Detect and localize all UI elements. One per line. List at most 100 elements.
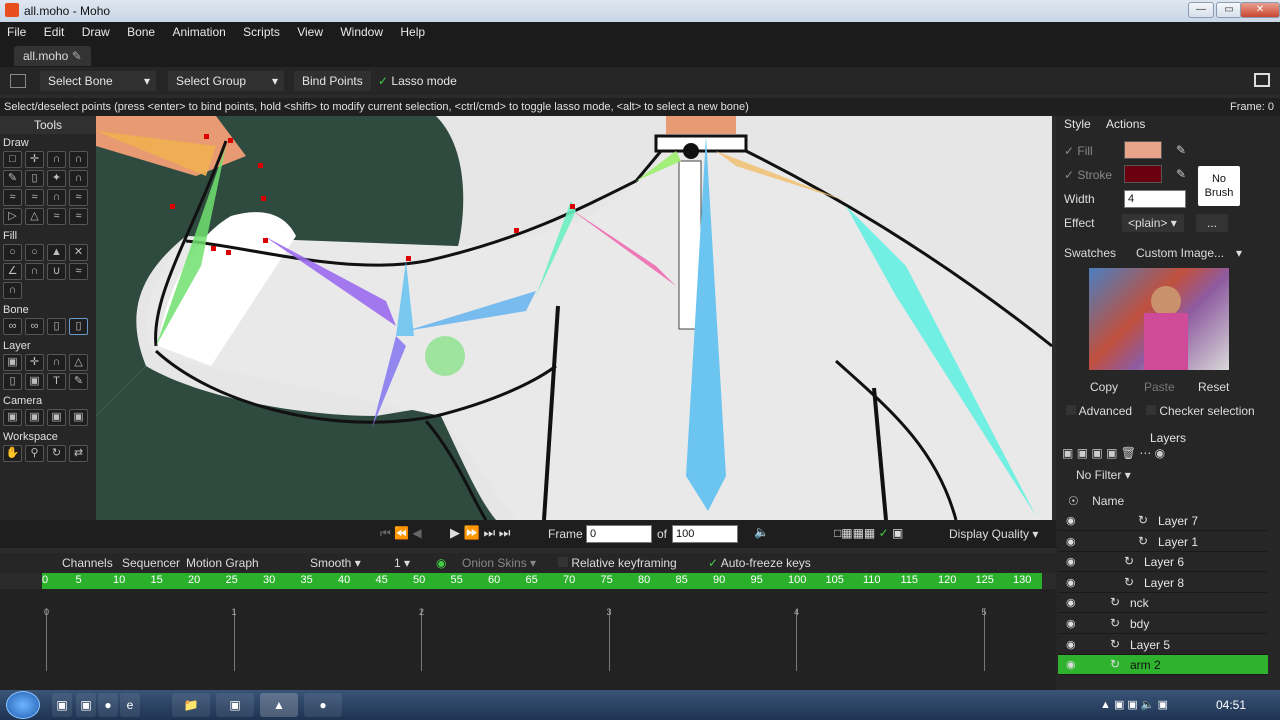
text-icon[interactable]: T xyxy=(47,373,66,390)
visibility-eye-icon[interactable]: ◉ xyxy=(1066,514,1080,527)
scale-layer-icon[interactable]: ∩ xyxy=(47,354,66,371)
panel-toggle-icon[interactable] xyxy=(1254,73,1270,87)
auto-freeze-checkbox[interactable]: ✓ Auto-freeze keys xyxy=(708,556,811,570)
hide-edge-icon[interactable]: ≈ xyxy=(47,208,66,225)
set-origin-icon[interactable]: ▣ xyxy=(3,354,22,371)
layer-row[interactable]: ◉ ↻ Layer 5 xyxy=(1058,634,1268,655)
menu-edit[interactable]: Edit xyxy=(37,22,72,39)
minimize-button[interactable]: — xyxy=(1188,2,1214,18)
effect-dropdown[interactable]: <plain> ▾ xyxy=(1122,214,1184,232)
start-button[interactable] xyxy=(6,691,40,719)
delete-edge-icon[interactable]: ≈ xyxy=(25,189,44,206)
bind-points-button[interactable]: Bind Points xyxy=(294,71,371,91)
transform-bone-icon[interactable] xyxy=(10,74,26,88)
shear-layer-icon[interactable]: ▯ xyxy=(3,373,22,390)
layer-filter-dropdown[interactable]: No Filter ▾ xyxy=(1070,466,1137,484)
transform-points-icon[interactable]: ✛ xyxy=(25,151,44,168)
layer-row[interactable]: ◉ ↻ Layer 6 xyxy=(1058,552,1268,573)
rotate-workspace-icon[interactable]: ↻ xyxy=(47,445,66,462)
no-brush-button[interactable]: No Brush xyxy=(1198,166,1240,206)
zoom-icon[interactable]: ⚲ xyxy=(25,445,44,462)
view-mode-icons[interactable]: □▦▦▦ ✓ ▣ xyxy=(834,526,903,540)
maximize-button[interactable]: ▭ xyxy=(1216,2,1242,18)
perspective-icon[interactable]: ∩ xyxy=(47,189,66,206)
add-bone-icon[interactable]: ∞ xyxy=(25,318,44,335)
advanced-checkbox[interactable]: Advanced xyxy=(1066,404,1132,418)
tab-channels[interactable]: Channels xyxy=(62,556,113,570)
pencil-icon[interactable]: ✎ xyxy=(69,373,88,390)
camera-track-icon[interactable]: ▣ xyxy=(3,409,22,426)
stroke-edit-pencil-icon[interactable]: ✎ xyxy=(1176,167,1186,181)
layer-row[interactable]: ◉ ↻ Layer 1 xyxy=(1058,531,1268,552)
layer-row[interactable]: ◉ ↻ nck xyxy=(1058,593,1268,614)
play-icon[interactable]: ▶ xyxy=(450,525,460,540)
eyedropper-icon[interactable]: ≈ xyxy=(69,263,88,280)
select-shape-icon[interactable]: ○ xyxy=(3,244,22,261)
noise-icon[interactable]: △ xyxy=(25,208,44,225)
more-icon[interactable]: ⋯ xyxy=(1139,446,1151,460)
tab-sequencer[interactable]: Sequencer xyxy=(122,556,180,570)
window-taskbar-icon[interactable]: ▣ xyxy=(216,693,254,717)
effect-more-button[interactable]: ... xyxy=(1196,214,1228,232)
rotate-layer-icon[interactable]: △ xyxy=(69,354,88,371)
camera-pan-icon[interactable]: ▣ xyxy=(69,409,88,426)
paste-button[interactable]: Paste xyxy=(1138,378,1181,396)
display-quality-dropdown[interactable]: Display Quality ▾ xyxy=(949,527,1038,541)
show-desktop-icon[interactable]: ▣ xyxy=(52,693,72,717)
menu-file[interactable]: File xyxy=(0,22,33,39)
reset-button[interactable]: Reset xyxy=(1192,378,1235,396)
select-bone-dropdown[interactable]: Select Bone ▾ xyxy=(40,71,156,91)
curvature-icon[interactable]: ∩ xyxy=(47,151,66,168)
visibility-eye-icon[interactable]: ◉ xyxy=(1066,596,1080,609)
bend-icon[interactable]: ≈ xyxy=(69,189,88,206)
menu-animation[interactable]: Animation xyxy=(165,22,232,39)
select-points-icon[interactable]: □ xyxy=(3,151,22,168)
bind-points-icon[interactable]: ▯ xyxy=(69,318,88,335)
blob-brush-icon[interactable]: ∩ xyxy=(69,170,88,187)
draw-shape-icon[interactable]: ▯ xyxy=(25,170,44,187)
menu-window[interactable]: Window xyxy=(333,22,390,39)
fill-edit-pencil-icon[interactable]: ✎ xyxy=(1176,143,1186,157)
tab-actions[interactable]: Actions xyxy=(1100,117,1151,131)
frame-input[interactable]: 0 xyxy=(586,525,652,543)
new-layer-icon[interactable]: ▣ xyxy=(1062,446,1073,460)
layer-row[interactable]: ◉ ↻ Layer 7 xyxy=(1058,511,1268,531)
hide-edge-fill-icon[interactable]: ∩ xyxy=(25,263,44,280)
create-shape-icon[interactable]: ○ xyxy=(25,244,44,261)
stroke-color-swatch[interactable] xyxy=(1124,165,1162,183)
explorer-taskbar-icon[interactable]: 📁 xyxy=(172,693,210,717)
freehand-icon[interactable]: ✦ xyxy=(47,170,66,187)
menu-help[interactable]: Help xyxy=(393,22,432,39)
orbit-icon[interactable]: ⇄ xyxy=(69,445,88,462)
lasso-mode-checkbox[interactable]: ✓ Lasso mode xyxy=(370,71,465,91)
duplicate-layer-icon[interactable]: ▣ xyxy=(1077,446,1088,460)
swatch-image[interactable] xyxy=(1089,268,1229,370)
line-width-icon[interactable]: ∠ xyxy=(3,263,22,280)
copy-button[interactable]: Copy xyxy=(1084,378,1124,396)
curve-profile-icon[interactable]: ∩ xyxy=(3,282,22,299)
swatches-dropdown[interactable]: Custom Image... ▾ xyxy=(1130,244,1248,262)
width-input[interactable]: 4 xyxy=(1124,190,1186,208)
media-icon[interactable]: ▣ xyxy=(76,693,96,717)
onion-skin-icon[interactable]: ◉ xyxy=(436,556,446,570)
copy-layer-icon[interactable]: ▣ xyxy=(1091,446,1102,460)
layer-row[interactable]: ◉ ↻ arm 2 xyxy=(1058,655,1268,676)
visibility-eye-icon[interactable]: ◉ xyxy=(1066,535,1080,548)
fill-checkbox[interactable]: ✓ Fill xyxy=(1064,144,1093,158)
visibility-eye-icon[interactable]: ◉ xyxy=(1066,555,1080,568)
hand-icon[interactable]: ✋ xyxy=(3,445,22,462)
translate-layer-icon[interactable]: ✛ xyxy=(25,354,44,371)
audio-icon[interactable]: 🔈 xyxy=(754,525,769,539)
step-forward-icon[interactable]: ⏩ xyxy=(464,525,480,540)
ie-quick-icon[interactable]: e xyxy=(120,693,140,717)
layer-row[interactable]: ◉ ↻ Layer 8 xyxy=(1058,572,1268,593)
close-button[interactable]: ✕ xyxy=(1240,2,1280,18)
next-key-icon[interactable]: ⏭ xyxy=(483,525,495,540)
tray-icons[interactable]: ▲ ▣ ▣ 🔈 ▣ xyxy=(1100,698,1168,711)
tab-style[interactable]: Style xyxy=(1058,117,1097,131)
menu-draw[interactable]: Draw xyxy=(75,22,117,39)
interpolation-value[interactable]: 1 ▾ xyxy=(394,556,410,570)
filter-icon[interactable]: ◉ xyxy=(1155,446,1165,460)
stroke-checkbox[interactable]: ✓ Stroke xyxy=(1064,168,1112,182)
select-bone-icon[interactable]: ∞ xyxy=(3,318,22,335)
